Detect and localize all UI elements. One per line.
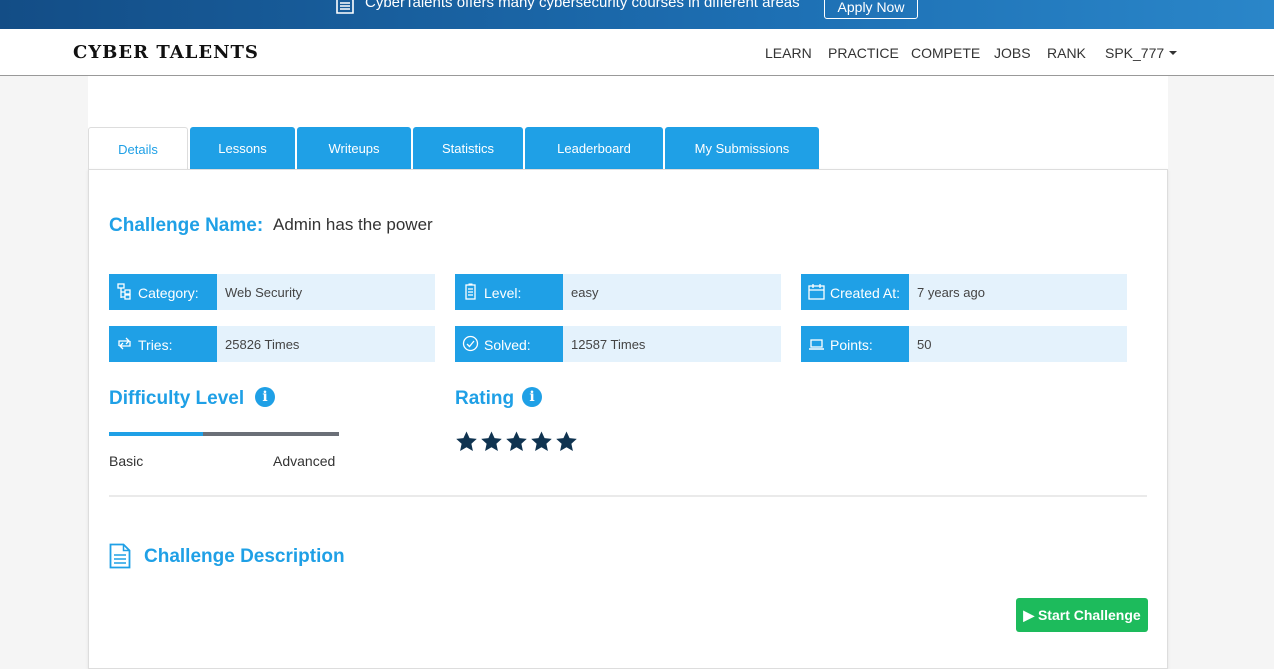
info-value: 12587 Times [563, 326, 781, 362]
start-challenge-label: Start Challenge [1037, 607, 1141, 623]
rating-info-icon[interactable]: i [522, 387, 542, 407]
challenge-name-value: Admin has the power [273, 215, 433, 234]
battery-icon [465, 283, 476, 300]
difficulty-fill [109, 432, 204, 436]
caret-down-icon [1169, 51, 1178, 55]
nav-compete[interactable]: COMPETE [911, 45, 980, 61]
rating-stars [455, 430, 578, 456]
info-label: Category: [138, 285, 199, 301]
promo-banner: CyberTalents offers many cybersecurity c… [0, 0, 1274, 29]
rating-title: Rating [455, 388, 515, 409]
document-icon [109, 543, 131, 569]
star-icon[interactable] [455, 430, 478, 453]
info-label: Solved: [484, 337, 531, 353]
info-value: 7 years ago [909, 274, 1127, 310]
challenge-name-label: Challenge Name: [109, 215, 264, 236]
calendar-icon [808, 284, 825, 300]
details-panel: Challenge Name: Admin has the power Cate… [88, 169, 1168, 669]
tab-leaderboard[interactable]: Leaderboard [525, 127, 663, 169]
nav-rank[interactable]: RANK [1047, 45, 1086, 61]
info-value: 25826 Times [217, 326, 435, 362]
banner-message: CyberTalents offers many cybersecurity c… [365, 0, 800, 11]
nav-practice[interactable]: PRACTICE [828, 45, 899, 61]
info-value: 50 [909, 326, 1127, 362]
info-created-at: Created At: 7 years ago [801, 274, 1127, 310]
difficulty-title: Difficulty Level [109, 388, 245, 409]
info-value: easy [563, 274, 781, 310]
difficulty-min-label: Basic [109, 453, 144, 469]
info-solved: Solved: 12587 Times [455, 326, 781, 362]
tab-statistics[interactable]: Statistics [413, 127, 523, 169]
info-label: Points: [830, 337, 873, 353]
nav-learn[interactable]: LEARN [765, 45, 812, 61]
user-name: SPK_777 [1105, 45, 1165, 61]
difficulty-info-icon[interactable]: i [255, 387, 275, 407]
play-icon: ▶ [1023, 607, 1038, 623]
tab-writeups[interactable]: Writeups [297, 127, 411, 169]
challenge-page: Details Lessons Writeups Statistics Lead… [88, 76, 1168, 669]
star-icon[interactable] [505, 430, 528, 453]
star-icon[interactable] [480, 430, 503, 453]
info-tries: Tries: 25826 Times [109, 326, 435, 362]
retweet-icon [118, 337, 131, 350]
tab-lessons[interactable]: Lessons [190, 127, 295, 169]
divider [109, 495, 1147, 497]
challenge-description-title: Challenge Description [144, 546, 345, 567]
difficulty-max-label: Advanced [273, 453, 336, 469]
top-navbar: CYBER TALENTS LEARN PRACTICE COMPETE JOB… [0, 29, 1274, 76]
check-circle-icon [462, 335, 479, 352]
difficulty-bar [109, 432, 339, 436]
tab-details[interactable]: Details [88, 127, 188, 170]
info-level: Level: easy [455, 274, 781, 310]
info-value: Web Security [217, 274, 435, 310]
sitemap-icon [117, 283, 131, 300]
info-category: Category: Web Security [109, 274, 435, 310]
start-challenge-button[interactable]: ▶ Start Challenge [1016, 598, 1148, 632]
user-menu[interactable]: SPK_777 [1105, 45, 1178, 61]
document-icon [336, 0, 354, 14]
info-label: Created At: [830, 285, 901, 301]
info-label: Tries: [138, 337, 173, 353]
brand-logo[interactable]: CYBER TALENTS [73, 42, 259, 63]
apply-now-button[interactable]: Apply Now [824, 0, 918, 19]
star-icon[interactable] [555, 430, 578, 453]
nav-jobs[interactable]: JOBS [994, 45, 1031, 61]
star-icon[interactable] [530, 430, 553, 453]
laptop-icon [809, 339, 824, 350]
tab-my-submissions[interactable]: My Submissions [665, 127, 819, 169]
info-points: Points: 50 [801, 326, 1127, 362]
info-label: Level: [484, 285, 522, 301]
